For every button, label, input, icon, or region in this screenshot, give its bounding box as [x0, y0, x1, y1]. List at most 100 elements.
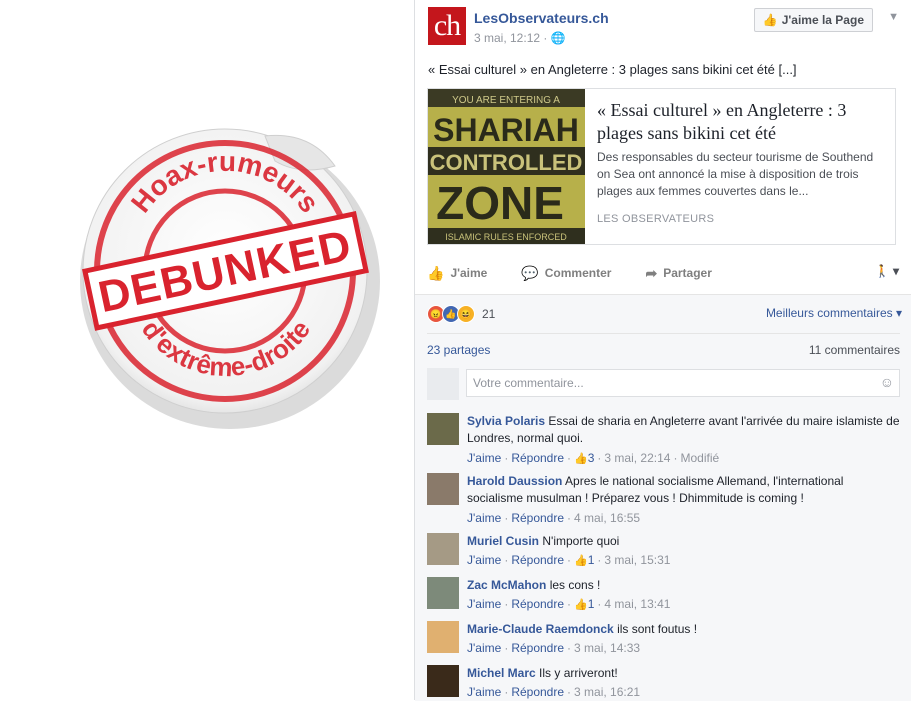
reactions-count[interactable]: 21	[482, 307, 495, 321]
comment-meta: J'aime · Répondre · 3 mai, 14:33	[467, 641, 641, 655]
comment-author[interactable]: Harold Daussion	[467, 474, 562, 488]
caret-down-icon: ▾	[892, 306, 902, 320]
comment-reply-link[interactable]: Répondre	[511, 451, 564, 465]
comment-composer: Votre commentaire... ☺	[427, 368, 900, 400]
comment-reply-link[interactable]: Répondre	[511, 641, 564, 655]
post-time-text[interactable]: 3 mai, 12:12 ·	[474, 31, 551, 45]
post-actions-bar: 👍 J'aime 💬 Commenter ➦ Partager 🚶 ▾	[427, 262, 899, 284]
comment-body: Harold Daussion Apres le national social…	[467, 473, 900, 507]
comment-reply-link[interactable]: Répondre	[511, 685, 564, 699]
comment-like-link[interactable]: J'aime	[467, 553, 501, 567]
comment-body: Muriel Cusin N'importe quoi	[467, 533, 900, 550]
current-user-avatar	[427, 368, 459, 400]
comment-action-button[interactable]: 💬 Commenter	[521, 265, 611, 282]
comment-time[interactable]: 3 mai, 14:33	[574, 641, 640, 655]
comment-like-link[interactable]: J'aime	[467, 597, 501, 611]
comment-time[interactable]: 4 mai, 13:41	[604, 597, 670, 611]
comment-author[interactable]: Marie-Claude Raemdonck	[467, 622, 614, 636]
sign-line-4: ZONE	[436, 177, 564, 229]
share-action-label: Partager	[663, 266, 712, 280]
avatar[interactable]	[427, 665, 459, 697]
avatar[interactable]	[427, 413, 459, 445]
link-preview-card[interactable]: YOU ARE ENTERING A SHARIAH CONTROLLED ZO…	[427, 88, 896, 245]
comment-bubble-icon: 💬	[521, 264, 539, 281]
post-timestamp[interactable]: 3 mai, 12:12 · 🌐	[474, 31, 566, 45]
comment-body: Zac McMahon les cons !	[467, 577, 900, 594]
comment-meta: J'aime · Répondre · 👍1 · 3 mai, 15:31	[467, 553, 671, 567]
emoji-icon[interactable]: ☺	[880, 374, 894, 390]
like-page-label: J'aime la Page	[781, 13, 864, 27]
comment-like-link[interactable]: J'aime	[467, 641, 501, 655]
comments-count[interactable]: 11 commentaires	[809, 343, 900, 357]
comment-time[interactable]: 4 mai, 16:55	[574, 511, 640, 525]
comment-meta: J'aime · Répondre · 👍1 · 4 mai, 13:41	[467, 597, 671, 611]
avatar[interactable]	[427, 473, 459, 505]
page-name-link[interactable]: LesObservateurs.ch	[474, 10, 609, 26]
comment-author[interactable]: Zac McMahon	[467, 578, 546, 592]
debunked-sticker-image: Hoax-rumeurs d'extrême-droite DEBUNKED	[60, 106, 388, 436]
share-action-button[interactable]: ➦ Partager	[645, 265, 711, 282]
avatar[interactable]	[427, 577, 459, 609]
sign-line-1: YOU ARE ENTERING A	[452, 95, 560, 106]
comment-like-link[interactable]: J'aime	[467, 451, 501, 465]
post-header: ch LesObservateurs.ch 3 mai, 12:12 · 🌐 👍…	[428, 7, 899, 51]
audience-selector[interactable]: 🚶 ▾	[875, 264, 899, 278]
comment-edited[interactable]: Modifié	[680, 451, 719, 465]
comment-like-link[interactable]: J'aime	[467, 511, 501, 525]
comment-reply-link[interactable]: Répondre	[511, 553, 564, 567]
like-action-label: J'aime	[450, 266, 488, 280]
like-action-button[interactable]: 👍 J'aime	[427, 265, 487, 282]
shares-link[interactable]: 23 partages	[427, 343, 490, 357]
post-options-chevron-icon[interactable]: ▼	[888, 11, 899, 23]
share-arrow-icon: ➦	[645, 264, 658, 281]
comment-text: les cons !	[549, 578, 601, 592]
comment-author[interactable]: Michel Marc	[467, 666, 536, 680]
link-title[interactable]: « Essai culturel » en Angleterre : 3 pla…	[597, 99, 883, 145]
sign-line-3: CONTROLLED	[430, 150, 583, 175]
divider	[427, 333, 900, 334]
debunked-stamp-graphic: Hoax-rumeurs d'extrême-droite DEBUNKED	[80, 128, 380, 429]
feedback-section: 😠 👍 😆 21 Meilleurs commentaires ▾ 23 par…	[415, 294, 911, 701]
comment-body: Sylvia Polaris Essai de sharia en Anglet…	[467, 413, 900, 447]
comment-meta: J'aime · Répondre · 3 mai, 16:21	[467, 685, 641, 699]
thumbs-up-icon: 👍	[574, 599, 588, 611]
comment-text: Ils y arriveront!	[539, 666, 618, 680]
comment-body: Michel Marc Ils y arriveront!	[467, 665, 900, 682]
facebook-post: ch LesObservateurs.ch 3 mai, 12:12 · 🌐 👍…	[414, 0, 911, 701]
shariah-zone-sign-image: YOU ARE ENTERING A SHARIAH CONTROLLED ZO…	[428, 89, 585, 244]
comment-time[interactable]: 3 mai, 15:31	[604, 553, 670, 567]
comment-like-link[interactable]: J'aime	[467, 685, 501, 699]
comment-input[interactable]: Votre commentaire...	[466, 369, 900, 397]
like-page-button[interactable]: 👍 J'aime la Page	[753, 8, 873, 32]
comment-author[interactable]: Muriel Cusin	[467, 534, 539, 548]
link-preview-image[interactable]: YOU ARE ENTERING A SHARIAH CONTROLLED ZO…	[428, 89, 585, 244]
avatar[interactable]	[427, 533, 459, 565]
comment-reply-link[interactable]: Répondre	[511, 597, 564, 611]
page-logo[interactable]: ch	[428, 7, 466, 45]
comment-action-label: Commenter	[544, 266, 612, 280]
comment-text: ils sont foutus !	[617, 622, 698, 636]
reactions-summary[interactable]: 😠 👍 😆 21	[427, 305, 495, 323]
comment-text: N'importe quoi	[542, 534, 620, 548]
globe-icon: 🌐	[550, 31, 566, 45]
chevron-down-icon: ▾	[889, 264, 899, 278]
thumbs-up-icon: 👍	[574, 555, 588, 567]
comment-meta: J'aime · Répondre · 👍3 · 3 mai, 22:14 · Modifié	[467, 451, 720, 465]
avatar[interactable]	[427, 621, 459, 653]
comment-sort-label: Meilleurs commentaires	[765, 306, 893, 320]
comment-author[interactable]: Sylvia Polaris	[467, 414, 545, 428]
person-icon: 🚶	[874, 264, 890, 278]
comment-body: Marie-Claude Raemdonck ils sont foutus !	[467, 621, 900, 638]
sign-line-5: ISLAMIC RULES ENFORCED	[445, 232, 567, 242]
comment-reply-link[interactable]: Répondre	[511, 511, 564, 525]
comment-sort-dropdown[interactable]: Meilleurs commentaires ▾	[766, 306, 902, 320]
link-preview-body: « Essai culturel » en Angleterre : 3 pla…	[597, 99, 883, 200]
comment-time[interactable]: 3 mai, 22:14	[604, 451, 670, 465]
comment-time[interactable]: 3 mai, 16:21	[574, 685, 640, 699]
post-text: « Essai culturel » en Angleterre : 3 pla…	[428, 62, 797, 77]
haha-reaction-icon: 😆	[457, 305, 475, 323]
thumbs-up-icon: 👍	[762, 13, 778, 27]
link-description: Des responsables du secteur tourisme de …	[597, 150, 874, 198]
left-panel: Hoax-rumeurs d'extrême-droite DEBUNKED	[0, 0, 414, 700]
thumbs-up-icon: 👍	[574, 453, 588, 465]
